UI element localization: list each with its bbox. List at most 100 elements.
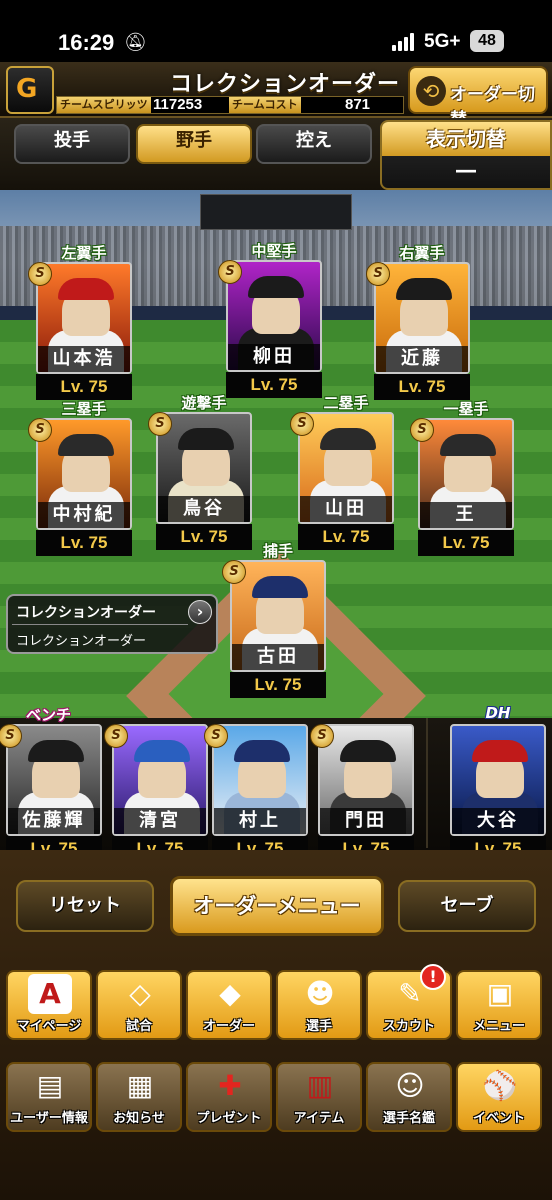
tab-reserve[interactable]: 控え [256,124,372,164]
stadium-icon: ◇ [129,977,151,1010]
position-label: 左翼手 [61,244,107,262]
player-level: Lv. 75 [36,374,132,400]
display-toggle-value: ― [456,158,476,182]
player-name: 大谷 [452,808,544,834]
player-card-center-field[interactable]: 中堅手 S 柳田 Lv. 75 [218,242,322,398]
scoreboard [200,194,352,230]
menu-label: 選手 [305,1019,332,1034]
s-rank-badge-icon: S [310,724,334,748]
player-card-third-base[interactable]: 三塁手 S 中村紀 Lv. 75 [28,400,132,556]
reset-button[interactable]: リセット [16,880,154,932]
menu-label: お知らせ [113,1111,165,1126]
player-card-catcher[interactable]: 捕手 S 古田 Lv. 75 [222,542,326,698]
player-cap [248,276,304,298]
silent-bell-icon: 🔕︎ [124,32,147,53]
save-button[interactable]: セーブ [398,880,536,932]
dh-divider [426,718,428,848]
item-book-icon: ▥ [306,1069,334,1102]
menu-present[interactable]: ✚ プレゼント [186,1062,272,1132]
position-label: 一塁手 [443,400,489,418]
position-tabs: 投手 野手 控え 表示切替 ― [0,118,552,190]
player-card-second-base[interactable]: 二塁手 S 山田 Lv. 75 [290,394,394,550]
player-name: 清宮 [114,808,206,834]
order-menu-button[interactable]: オーダーメニュー [170,876,384,936]
s-rank-badge-icon: S [366,262,390,286]
signal-icon [392,33,418,51]
baseball-bat-icon: ⚾ [482,1069,518,1102]
player-icon: ☻ [305,977,335,1010]
menu-menu[interactable]: ▣ メニュー [456,970,542,1040]
team-cost-label: チームコスト [229,97,301,113]
player-name: 村上 [214,808,306,834]
menu-order[interactable]: ◆ オーダー [186,970,272,1040]
tab-pitcher[interactable]: 投手 [14,124,130,164]
player-card-right-field[interactable]: 右翼手 S 近藤 Lv. 75 [366,244,470,400]
menu-label: ユーザー情報 [10,1111,88,1126]
menu-label: スカウト [382,1019,435,1034]
menu-news[interactable]: ▦ お知らせ [96,1062,182,1132]
menu-label: 選手名鑑 [382,1111,435,1126]
team-stats-bar: チームスピリッツ 117253 チームコスト 871 [56,96,404,114]
player-cap [472,740,528,762]
player-name: 佐藤輝 [8,808,100,834]
my-page-icon: A [28,974,72,1014]
bench-card-4[interactable]: S 門田 Lv. 75 [310,724,414,862]
team-spirit-label: チームスピリッツ [57,97,151,113]
menu-event[interactable]: ⚾ イベント [456,1062,542,1132]
menu-mascot-icon: ▣ [486,977,514,1010]
battery-icon: 48 [470,30,504,52]
player-cap [252,576,308,598]
position-label: 右翼手 [399,244,445,262]
menu-player-directory[interactable]: ☺ 選手名鑑 [366,1062,452,1132]
player-cap [58,278,114,300]
bench-card-3[interactable]: S 村上 Lv. 75 [204,724,308,862]
tab-fielder[interactable]: 野手 [136,124,252,164]
status-time: 16:29 [58,30,115,55]
s-rank-badge-icon: S [104,724,128,748]
player-name: 柳田 [228,344,320,370]
player-directory-icon: ☺ [395,1069,425,1102]
gift-icon: ✚ [218,1069,242,1102]
menu-user-info[interactable]: ▤ ユーザー情報 [6,1062,92,1132]
menu-players[interactable]: ☻ 選手 [276,970,362,1040]
bench-card-1[interactable]: ベンチ S 佐藤輝 Lv. 75 [0,706,102,862]
order-switch-button[interactable]: ⟲ オーダー切替 [408,66,548,130]
user-card-icon: ▤ [36,1069,64,1102]
dh-card[interactable]: DH 大谷 Lv. 75 [450,704,546,862]
team-spirit-value: 117253 [153,96,203,113]
order-header: G コレクションオーダー チームスピリッツ 117253 チームコスト 871 … [0,62,552,130]
player-cap [178,428,234,450]
position-label: 三塁手 [61,400,107,418]
player-cap [28,740,84,762]
switch-arrows-icon: ⟲ [416,76,446,106]
menu-my-page[interactable]: A マイページ [6,970,92,1040]
position-label: 二塁手 [323,394,369,412]
player-level: Lv. 75 [418,530,514,556]
menu-label: メニュー [472,1019,525,1034]
player-card-left-field[interactable]: 左翼手 S 山本浩 Lv. 75 [28,244,132,400]
menu-label: イベント [472,1111,525,1126]
dh-label: DH [485,704,511,722]
player-cap [320,428,376,450]
player-name: 山田 [300,496,392,522]
player-name: 王 [420,502,512,528]
menu-match[interactable]: ◇ 試合 [96,970,182,1040]
player-card-shortstop[interactable]: 遊撃手 S 鳥谷 Lv. 75 [148,394,252,550]
bench-label: ベンチ [26,706,72,724]
menu-item[interactable]: ▥ アイテム [276,1062,362,1132]
network-type: 5G+ [424,31,461,52]
player-name: 古田 [232,644,324,670]
bench-card-2[interactable]: S 清宮 Lv. 75 [104,724,208,862]
player-name: 近藤 [376,346,468,372]
field-icon: ◆ [219,977,241,1010]
player-level: Lv. 75 [36,530,132,556]
position-label: 中堅手 [251,242,297,260]
player-cap [440,434,496,456]
player-card-first-base[interactable]: 一塁手 S 王 Lv. 75 [410,400,514,556]
chevron-right-icon[interactable]: › [188,600,212,624]
collection-order-selector[interactable]: コレクションオーダー コレクションオーダー › [6,594,218,654]
s-rank-badge-icon: S [290,412,314,436]
s-rank-badge-icon: S [28,418,52,442]
menu-label: アイテム [293,1111,345,1126]
display-toggle-button[interactable]: 表示切替 ― [380,120,552,190]
